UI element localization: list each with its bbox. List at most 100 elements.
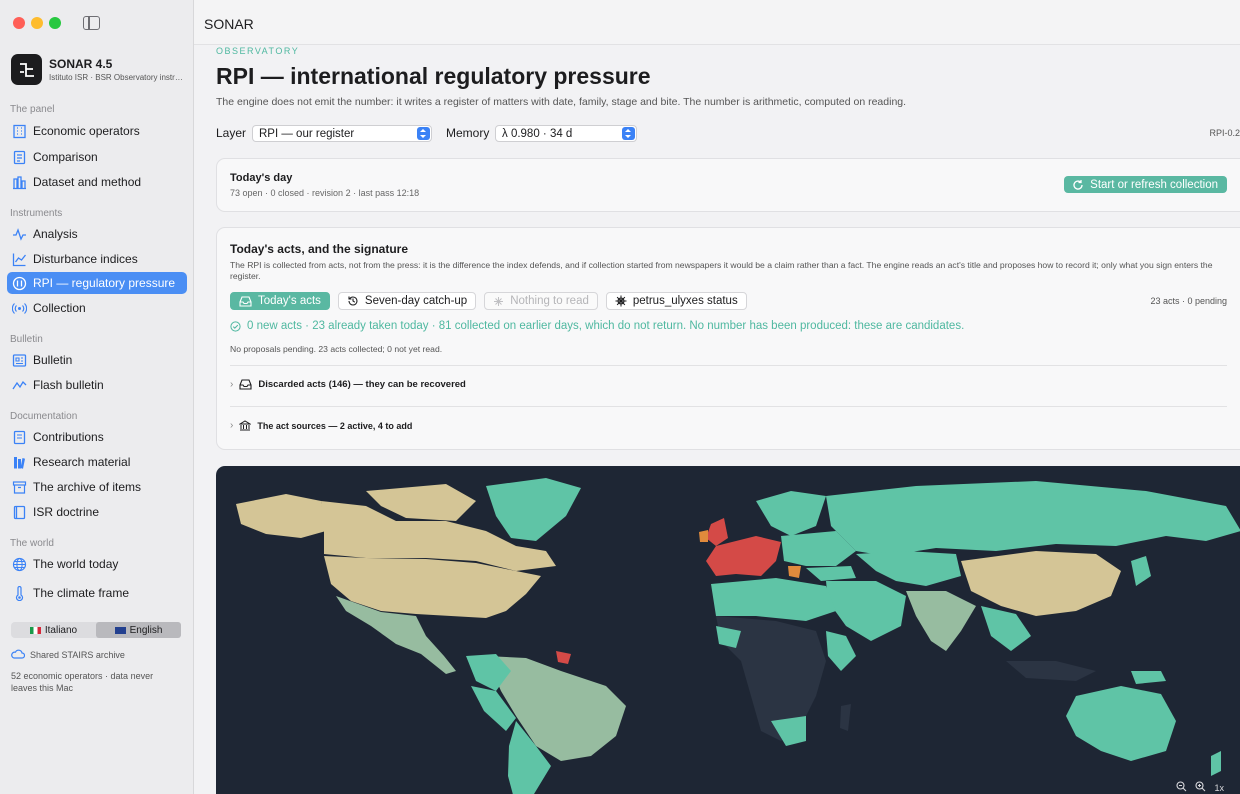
map-region-new-zealand bbox=[1211, 751, 1221, 776]
layer-select-value: RPI — our register bbox=[259, 127, 355, 140]
app-name: SONAR 4.5 bbox=[49, 57, 113, 71]
app-logo-icon bbox=[11, 54, 42, 85]
thermometer-icon bbox=[15, 585, 24, 601]
zoom-level[interactable]: 1x bbox=[1214, 783, 1224, 793]
map-region-uk bbox=[706, 518, 728, 546]
sidebar-item-analysis[interactable]: Analysis bbox=[7, 223, 187, 245]
map-region-china bbox=[961, 551, 1121, 616]
sidebar-toggle-icon[interactable] bbox=[83, 16, 100, 30]
sidebar-item-label: Contributions bbox=[33, 430, 104, 444]
sidebar-item-climate-frame[interactable]: The climate frame bbox=[7, 582, 187, 604]
sidebar-item-isr-doctrine[interactable]: ISR doctrine bbox=[7, 501, 187, 523]
act-sources-disclosure[interactable]: › The act sources — 2 active, 4 to add bbox=[230, 420, 412, 431]
broadcast-icon bbox=[12, 302, 27, 314]
map-region-ireland bbox=[699, 530, 708, 542]
sidebar: SONAR 4.5 Istituto ISR · BSR Observatory… bbox=[0, 0, 194, 794]
building-icon bbox=[13, 124, 26, 138]
sidebar-item-label: Flash bulletin bbox=[33, 378, 104, 392]
sidebar-item-label: Collection bbox=[33, 301, 86, 315]
acts-note: No proposals pending. 23 acts collected;… bbox=[230, 344, 443, 354]
section-bulletin: Bulletin bbox=[10, 334, 43, 345]
layer-select[interactable]: RPI — our register bbox=[252, 125, 432, 142]
language-label: Italiano bbox=[44, 624, 78, 636]
zoom-in-icon[interactable] bbox=[1195, 781, 1206, 794]
map-region-central-asia bbox=[856, 551, 961, 586]
sidebar-item-economic-operators[interactable]: Economic operators bbox=[7, 120, 187, 142]
close-window-button[interactable] bbox=[13, 17, 25, 29]
rpi-version: RPI-0.2 bbox=[1209, 128, 1240, 138]
minimize-window-button[interactable] bbox=[31, 17, 43, 29]
memory-select-value: λ 0.980 · 34 d bbox=[502, 127, 573, 140]
sidebar-item-archive-of-items[interactable]: The archive of items bbox=[7, 476, 187, 498]
tab-nothing-to-read[interactable]: Nothing to read bbox=[484, 292, 598, 310]
select-arrows-icon bbox=[417, 127, 430, 140]
acts-card: Today's acts, and the signature The RPI … bbox=[216, 227, 1240, 450]
today-stats: 73 open · 0 closed · revision 2 · last p… bbox=[230, 188, 420, 198]
waveform-icon bbox=[13, 227, 26, 241]
world-map[interactable]: 1x bbox=[216, 466, 1240, 794]
acts-status: 0 new acts · 23 already taken today · 81… bbox=[230, 320, 964, 332]
divider bbox=[230, 406, 1227, 407]
gauge-icon bbox=[12, 276, 27, 290]
globe-icon bbox=[12, 557, 27, 571]
language-option-english[interactable]: English bbox=[96, 622, 181, 638]
sidebar-item-dataset-and-method[interactable]: Dataset and method bbox=[7, 171, 187, 193]
archive-icon bbox=[12, 480, 27, 494]
cloud-drive-icon bbox=[11, 649, 25, 659]
map-region-japan bbox=[1131, 556, 1151, 586]
acts-status-text: 0 new acts · 23 already taken today · 81… bbox=[247, 320, 965, 332]
refresh-collection-button[interactable]: Start or refresh collection bbox=[1064, 176, 1227, 193]
sidebar-item-disturbance-indices[interactable]: Disturbance indices bbox=[7, 248, 187, 270]
check-circle-icon bbox=[230, 320, 241, 332]
memory-select[interactable]: λ 0.980 · 34 d bbox=[495, 125, 637, 142]
refresh-icon bbox=[1073, 179, 1083, 190]
zoom-out-icon[interactable] bbox=[1176, 781, 1187, 794]
window-controls bbox=[13, 17, 61, 29]
sidebar-item-label: Research material bbox=[33, 455, 131, 469]
helm-icon bbox=[615, 295, 627, 307]
tab-seven-day-catch-up[interactable]: Seven-day catch-up bbox=[337, 292, 477, 310]
section-documentation: Documentation bbox=[10, 411, 78, 422]
sidebar-item-research-material[interactable]: Research material bbox=[7, 451, 187, 473]
language-switcher: Italiano English bbox=[11, 622, 181, 638]
acts-description: The RPI is collected from acts, not from… bbox=[230, 260, 1213, 281]
tab-label: Seven-day catch-up bbox=[364, 295, 468, 307]
map-region-guyana bbox=[556, 651, 571, 664]
section-the-panel: The panel bbox=[10, 104, 55, 115]
tab-todays-acts[interactable]: Today's acts bbox=[230, 292, 330, 310]
zoom-window-button[interactable] bbox=[49, 17, 61, 29]
map-region-turkey bbox=[806, 566, 856, 581]
page-subtitle: The engine does not emit the number: it … bbox=[216, 96, 907, 108]
map-region-north-africa bbox=[711, 578, 836, 621]
acts-tabs: Today's acts Seven-day catch-up Nothing … bbox=[230, 292, 747, 310]
map-region-alaska bbox=[236, 494, 326, 538]
sidebar-item-collection[interactable]: Collection bbox=[7, 297, 187, 319]
doctrine-icon bbox=[13, 505, 26, 519]
discarded-acts-disclosure[interactable]: › Discarded acts (146) — they can be rec… bbox=[230, 379, 466, 390]
chevron-right-icon: › bbox=[230, 379, 234, 390]
sidebar-item-comparison[interactable]: Comparison bbox=[7, 146, 187, 168]
institution-icon bbox=[239, 420, 252, 431]
map-zoom-controls: 1x bbox=[1176, 781, 1224, 794]
sidebar-item-label: ISR doctrine bbox=[33, 505, 100, 519]
sidebar-item-label: RPI — regulatory pressure bbox=[33, 276, 176, 290]
today-card: Today's day 73 open · 0 closed · revisio… bbox=[216, 158, 1240, 212]
language-option-italiano[interactable]: Italiano bbox=[11, 622, 96, 638]
sidebar-item-label: Comparison bbox=[33, 150, 98, 164]
sidebar-item-bulletin[interactable]: Bulletin bbox=[7, 349, 187, 371]
line-chart-icon bbox=[12, 253, 27, 266]
tab-label: Today's acts bbox=[258, 295, 321, 307]
tab-petrus-ulyxes-status[interactable]: petrus_ulyxes status bbox=[605, 292, 747, 310]
map-region-india bbox=[906, 591, 976, 651]
sidebar-item-contributions[interactable]: Contributions bbox=[7, 426, 187, 448]
books-icon bbox=[14, 456, 25, 469]
sidebar-item-label: The archive of items bbox=[33, 480, 142, 494]
tab-label: Nothing to read bbox=[510, 295, 589, 307]
sidebar-item-world-today[interactable]: The world today bbox=[7, 553, 187, 575]
shared-archive[interactable]: Shared STAIRS archive bbox=[11, 649, 125, 661]
divider bbox=[230, 365, 1227, 366]
sidebar-item-rpi-regulatory-pressure[interactable]: RPI — regulatory pressure bbox=[7, 272, 187, 294]
sidebar-item-label: Economic operators bbox=[33, 124, 140, 138]
inbox-icon bbox=[239, 295, 252, 307]
sidebar-item-flash-bulletin[interactable]: Flash bulletin bbox=[7, 374, 187, 396]
